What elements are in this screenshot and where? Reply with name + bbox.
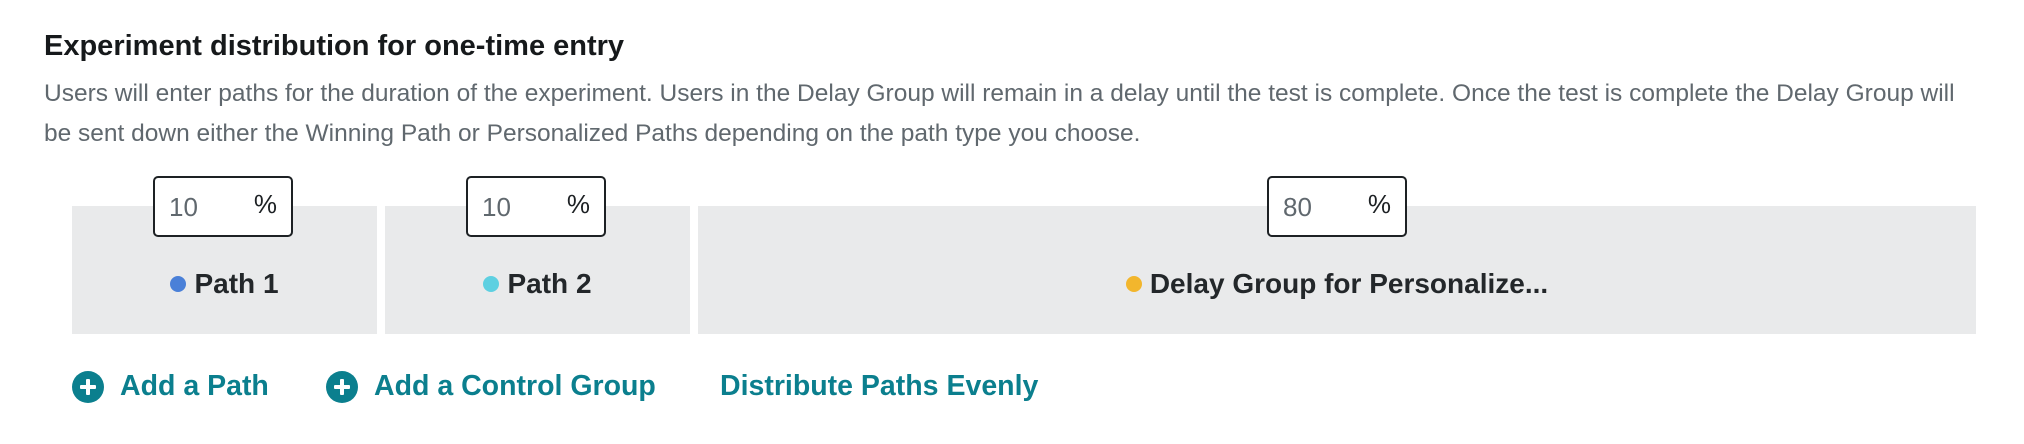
distribution-bar: 10 % Path 1 10 % Path 2 80 % Delay Group… (72, 176, 1976, 334)
path-1-label-text: Path 1 (194, 268, 279, 299)
percent-sign: % (253, 189, 277, 219)
path-1-label: Path 1 (72, 268, 377, 300)
path-2-percent-value: 10 (482, 192, 511, 222)
segment-path-1: 10 % Path 1 (72, 176, 377, 334)
section-description: Users will enter paths for the duration … (44, 80, 1955, 147)
path-2-label-text: Path 2 (507, 268, 592, 299)
add-control-group-button[interactable]: Add a Control Group (326, 370, 656, 403)
delay-group-label-text: Delay Group for Personalize... (1149, 268, 1549, 299)
segment-delay-group: 80 % Delay Group for Personalize... (698, 176, 1976, 334)
percent-sign: % (566, 189, 590, 219)
distribute-paths-evenly-button[interactable]: Distribute Paths Evenly (720, 370, 1038, 403)
add-path-label: Add a Path (120, 370, 269, 402)
circle-dot-icon (483, 276, 500, 292)
delay-group-percent-input[interactable]: 80 % (1267, 176, 1407, 237)
segment-path-2: 10 % Path 2 (385, 176, 690, 334)
circle-dot-icon (170, 276, 187, 292)
path-1-percent-value: 10 (169, 192, 198, 222)
path-2-percent-input[interactable]: 10 % (466, 176, 606, 237)
delay-group-label: Delay Group for Personalize... (698, 268, 1976, 300)
plus-circle-icon (326, 370, 358, 403)
path-1-percent-input[interactable]: 10 % (153, 176, 293, 237)
path-2-label: Path 2 (385, 268, 690, 300)
section-title: Experiment distribution for one-time ent… (44, 30, 625, 62)
add-control-group-label: Add a Control Group (374, 370, 656, 402)
distribute-paths-evenly-label: Distribute Paths Evenly (720, 370, 1039, 402)
percent-sign: % (1367, 189, 1391, 219)
plus-circle-icon (72, 370, 104, 403)
add-path-button[interactable]: Add a Path (72, 370, 269, 403)
circle-dot-icon (1125, 276, 1142, 292)
delay-group-percent-value: 80 (1283, 192, 1312, 222)
